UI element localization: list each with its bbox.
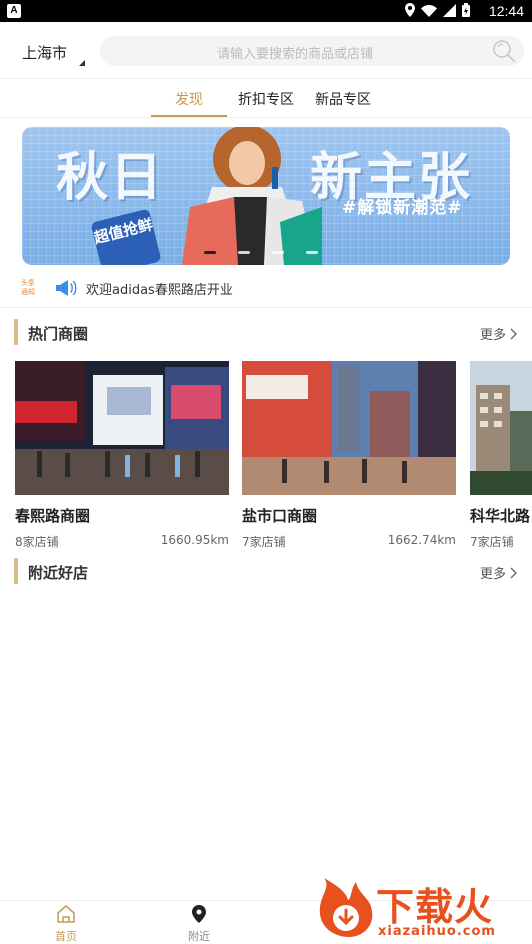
- district-distance: 1660.95km: [160, 533, 229, 547]
- app-notification-icon: A: [7, 4, 21, 18]
- clock: 12:44: [488, 3, 524, 19]
- nav-nearby[interactable]: 附近: [169, 905, 229, 944]
- megaphone-icon: [54, 278, 78, 302]
- district-photo: [242, 361, 456, 495]
- notice-bar[interactable]: 头条通知 欢迎adidas春熙路店开业: [0, 270, 532, 308]
- watermark-title: 下载火: [376, 885, 494, 929]
- hot-districts-header: 热门商圈 更多: [0, 319, 532, 345]
- banner-model-image: [182, 127, 322, 265]
- tab-discover[interactable]: 发现: [175, 89, 203, 109]
- district-name: 科华北路: [470, 507, 531, 525]
- nearby-shops-header: 附近好店 更多: [0, 558, 532, 584]
- promo-banner[interactable]: 秋日 新主张 #解锁新潮范# 超值抢鲜: [22, 127, 510, 265]
- district-photo: [470, 361, 532, 495]
- district-card-yanshikou[interactable]: 盐市口商圈 7家店铺 1662.74km: [242, 361, 456, 549]
- system-icons: [405, 2, 470, 21]
- wifi-icon: [421, 2, 437, 21]
- search-input[interactable]: 请输入要搜索的商品或店铺: [100, 43, 490, 62]
- banner-title-left: 秋日: [56, 148, 165, 208]
- carousel-dot[interactable]: [272, 251, 284, 254]
- status-bar: A 12:44: [0, 0, 532, 22]
- headline-logo: 头条通知: [21, 279, 35, 296]
- city-dropdown-caret-icon[interactable]: [79, 54, 85, 66]
- category-tabs: 发现 折扣专区 新品专区: [0, 78, 532, 118]
- district-name: 春熙路商圈: [15, 507, 91, 525]
- tab-new-arrivals[interactable]: 新品专区: [315, 89, 371, 109]
- district-store-count: 7家店铺: [470, 535, 514, 549]
- chevron-right-icon[interactable]: [510, 325, 518, 344]
- search-bar[interactable]: 请输入要搜索的商品或店铺: [100, 36, 524, 66]
- home-icon: [56, 905, 76, 927]
- carousel-dot[interactable]: [238, 251, 250, 254]
- flame-logo-icon: [319, 878, 373, 938]
- battery-icon: [462, 2, 470, 21]
- nav-home[interactable]: 首页: [36, 905, 96, 944]
- more-nearby-shops-link[interactable]: 更多: [480, 563, 506, 582]
- search-icon[interactable]: [492, 39, 516, 67]
- section-title-hot-districts: 热门商圈: [28, 325, 89, 343]
- carousel-indicator: [204, 251, 318, 254]
- carousel-dot[interactable]: [204, 251, 216, 254]
- chevron-right-icon[interactable]: [510, 564, 518, 583]
- district-photo: [15, 361, 229, 495]
- tab-active-indicator: [151, 115, 227, 117]
- signal-icon: [443, 2, 456, 21]
- district-distance: 1662.74km: [387, 533, 456, 547]
- watermark-url: xiazaihuo.com: [378, 924, 496, 939]
- district-name: 盐市口商圈: [242, 507, 318, 525]
- more-hot-districts-link[interactable]: 更多: [480, 324, 506, 343]
- xiazaihuo-watermark: 下载火 xiazaihuo.com: [312, 874, 530, 942]
- district-card-kehua[interactable]: 科华北路 7家店铺: [470, 361, 532, 549]
- tab-discount-zone[interactable]: 折扣专区: [238, 89, 294, 109]
- banner-subtitle: #解锁新潮范#: [342, 198, 463, 218]
- section-title-nearby-shops: 附近好店: [28, 564, 89, 582]
- district-card-chunxi[interactable]: 春熙路商圈 8家店铺 1660.95km: [15, 361, 229, 549]
- nav-label-home: 首页: [55, 930, 77, 943]
- carousel-dot[interactable]: [306, 251, 318, 254]
- city-selector[interactable]: 上海市: [22, 42, 67, 63]
- section-accent-bar: [14, 319, 18, 345]
- nav-label-nearby: 附近: [188, 930, 210, 943]
- district-store-count: 7家店铺: [242, 535, 286, 549]
- section-accent-bar: [14, 558, 18, 584]
- header: 上海市 请输入要搜索的商品或店铺: [0, 22, 532, 78]
- location-icon: [405, 2, 415, 21]
- notice-text[interactable]: 欢迎adidas春熙路店开业: [86, 279, 233, 298]
- location-pin-icon: [191, 905, 207, 927]
- district-store-count: 8家店铺: [15, 535, 59, 549]
